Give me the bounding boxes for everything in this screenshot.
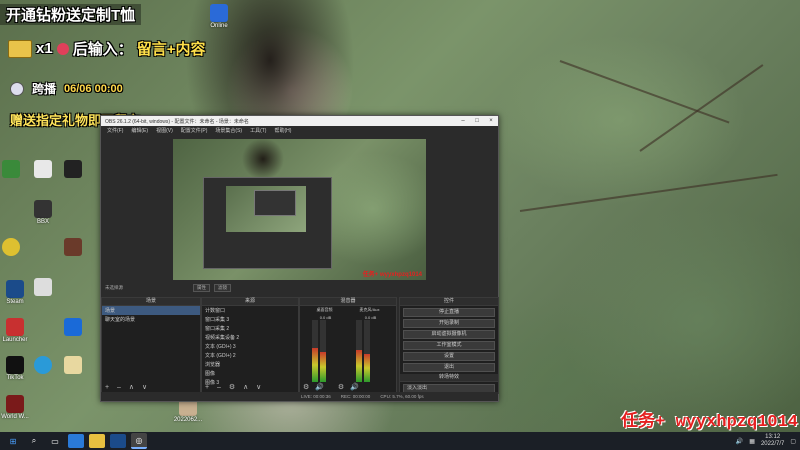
heart-icon xyxy=(56,42,69,55)
source-toolbar: 未选择源 属性 滤镜 xyxy=(101,283,498,293)
obs-window[interactable]: OBS 26.1.2 (64-bit, windows) - 配置文件：未命名 … xyxy=(100,115,499,402)
source-item[interactable]: 窗口采集 2 xyxy=(202,324,298,333)
app-icon[interactable] xyxy=(2,160,20,178)
source-item[interactable]: 计数窗口 xyxy=(202,306,298,315)
menu-tools[interactable]: 工具(T) xyxy=(250,127,266,134)
menu-edit[interactable]: 编辑(E) xyxy=(131,127,148,134)
search-icon[interactable]: ⌕ xyxy=(26,434,42,448)
controls-header: 控件 xyxy=(400,298,498,306)
mixer-channel-label: 桌面音频 xyxy=(316,307,333,312)
maximize-icon[interactable]: □ xyxy=(470,118,484,124)
overlay-task: 任务+ wyyxhpzq1014 xyxy=(621,413,798,432)
start-icon[interactable]: ⊞ xyxy=(5,434,21,448)
filters-button[interactable]: 滤镜 xyxy=(214,284,231,292)
audio-meter xyxy=(320,320,326,382)
rec-status: REC: 00:00:00 xyxy=(340,394,371,399)
menu-bar: 文件(F) 编辑(E) 视图(V) 配置文件(P) 场景集合(S) 工具(T) … xyxy=(101,126,498,135)
steam-icon[interactable] xyxy=(110,434,126,448)
menu-help[interactable]: 帮助(H) xyxy=(274,127,291,134)
start-recording-button[interactable]: 开始录制 xyxy=(403,319,495,328)
folder-icon[interactable] xyxy=(89,434,105,448)
audio-meter xyxy=(364,320,370,382)
source-item[interactable]: 文本 (GDI+) 2 xyxy=(202,351,298,360)
nested-preview xyxy=(203,177,332,269)
gift-icon xyxy=(8,39,32,58)
overlay-gift-line: x1 后输入： 留言+内容 xyxy=(0,38,205,59)
controls-dock: 控件 停止直播 开始录制 启动虚拟摄像机 工作室模式 设置 退出 转场特效 淡入… xyxy=(399,297,499,394)
window-title: OBS 26.1.2 (64-bit, windows) - 配置文件：未命名 … xyxy=(105,118,249,125)
virtual-camera-button[interactable]: 启动虚拟摄像机 xyxy=(403,330,495,339)
taskbar: ⊞ ⌕ ▭ ◎ 🔊 ▦ 13:12 2022/7/7 ▢ xyxy=(0,432,800,450)
app-icon[interactable] xyxy=(64,238,82,256)
menu-view[interactable]: 视图(V) xyxy=(156,127,173,134)
app-icon[interactable] xyxy=(64,160,82,178)
exit-button[interactable]: 退出 xyxy=(403,363,495,372)
properties-button[interactable]: 属性 xyxy=(193,284,210,292)
preview-canvas[interactable]: 任务+ wyyxhpzq1014 xyxy=(173,139,426,280)
network-icon[interactable]: ▦ xyxy=(749,438,755,445)
scene-controls[interactable]: + – ∧ ∨ xyxy=(105,383,150,391)
mixer-dock: 混音器 桌面音频 麦克风/Aux 0.0 dB 0.0 dB ⚙🔊 ⚙🔊 xyxy=(299,297,397,394)
system-tray: 🔊 ▦ 13:12 2022/7/7 ▢ xyxy=(736,432,796,450)
sources-dock: 来源 计数窗口 窗口采集 3 窗口采集 2 视频采集设备 2 文本 (GDI+)… xyxy=(201,297,299,394)
preview-task-text: 任务+ wyyxhpzq1014 xyxy=(362,272,422,278)
source-item[interactable]: 视频采集设备 2 xyxy=(202,333,298,342)
overlay-stream-time: 跨播 06/06 00:00 xyxy=(0,80,123,97)
mixer-mute-controls[interactable]: ⚙🔊 ⚙🔊 xyxy=(303,383,365,391)
audio-meter xyxy=(312,320,318,382)
source-item[interactable]: 文本 (GDI+) 3 xyxy=(202,342,298,351)
transition-header: 转场特效 xyxy=(400,374,498,382)
scene-item[interactable]: 场景 xyxy=(102,306,200,315)
no-source-label: 未选择源 xyxy=(105,285,123,290)
scenes-dock: 场景 场景 聊天室的场景 + – ∧ ∨ xyxy=(101,297,201,394)
window-titlebar[interactable]: OBS 26.1.2 (64-bit, windows) - 配置文件：未命名 … xyxy=(101,116,498,126)
folder-icon[interactable] xyxy=(64,356,82,374)
desktop-icon[interactable]: Online xyxy=(206,4,232,29)
app-icon[interactable] xyxy=(34,278,52,296)
app-icon[interactable] xyxy=(64,318,82,336)
mixer-channel-label: 麦克风/Aux xyxy=(359,307,380,312)
cpu-status: CPU: 5.7%, 60.00 fps xyxy=(380,394,424,399)
sources-header: 来源 xyxy=(202,298,298,306)
scene-item[interactable]: 聊天室的场景 xyxy=(102,315,200,324)
app-icon[interactable] xyxy=(34,160,52,178)
source-controls[interactable]: + – ⚙ ∧ ∨ xyxy=(205,383,264,391)
app-icon[interactable] xyxy=(2,238,20,256)
source-item[interactable]: 浏览器 xyxy=(202,360,298,369)
notification-icon[interactable]: ▢ xyxy=(790,438,796,445)
app-icon[interactable] xyxy=(34,356,52,374)
clock[interactable]: 13:12 2022/7/7 xyxy=(761,434,784,448)
status-bar: LIVE: 00:00:36 REC: 00:00:00 CPU: 5.7%, … xyxy=(101,392,498,401)
menu-file[interactable]: 文件(F) xyxy=(107,127,123,134)
close-icon[interactable]: × xyxy=(484,118,498,124)
minimize-icon[interactable]: – xyxy=(456,118,470,124)
stop-streaming-button[interactable]: 停止直播 xyxy=(403,308,495,317)
live-status: LIVE: 00:00:36 xyxy=(301,394,331,399)
app-icon xyxy=(210,4,228,22)
obs-icon[interactable]: ◎ xyxy=(131,433,147,449)
scenes-header: 场景 xyxy=(102,298,200,306)
overlay-banner: 开通钻粉送定制T恤 xyxy=(0,4,142,25)
audio-meter xyxy=(356,320,362,382)
desktop-icon-grid xyxy=(2,160,98,400)
studio-mode-button[interactable]: 工作室模式 xyxy=(403,341,495,350)
source-item[interactable]: 图像 xyxy=(202,369,298,378)
speaker-icon[interactable]: 🔊 xyxy=(736,438,743,445)
source-item[interactable]: 窗口采集 3 xyxy=(202,315,298,324)
menu-profile[interactable]: 配置文件(P) xyxy=(181,127,208,134)
task-view-icon[interactable]: ▭ xyxy=(47,434,63,448)
settings-button[interactable]: 设置 xyxy=(403,352,495,361)
edge-icon[interactable] xyxy=(68,434,84,448)
menu-scene-collection[interactable]: 场景集合(S) xyxy=(215,127,242,134)
mixer-header: 混音器 xyxy=(300,298,396,306)
avatar xyxy=(10,81,24,96)
